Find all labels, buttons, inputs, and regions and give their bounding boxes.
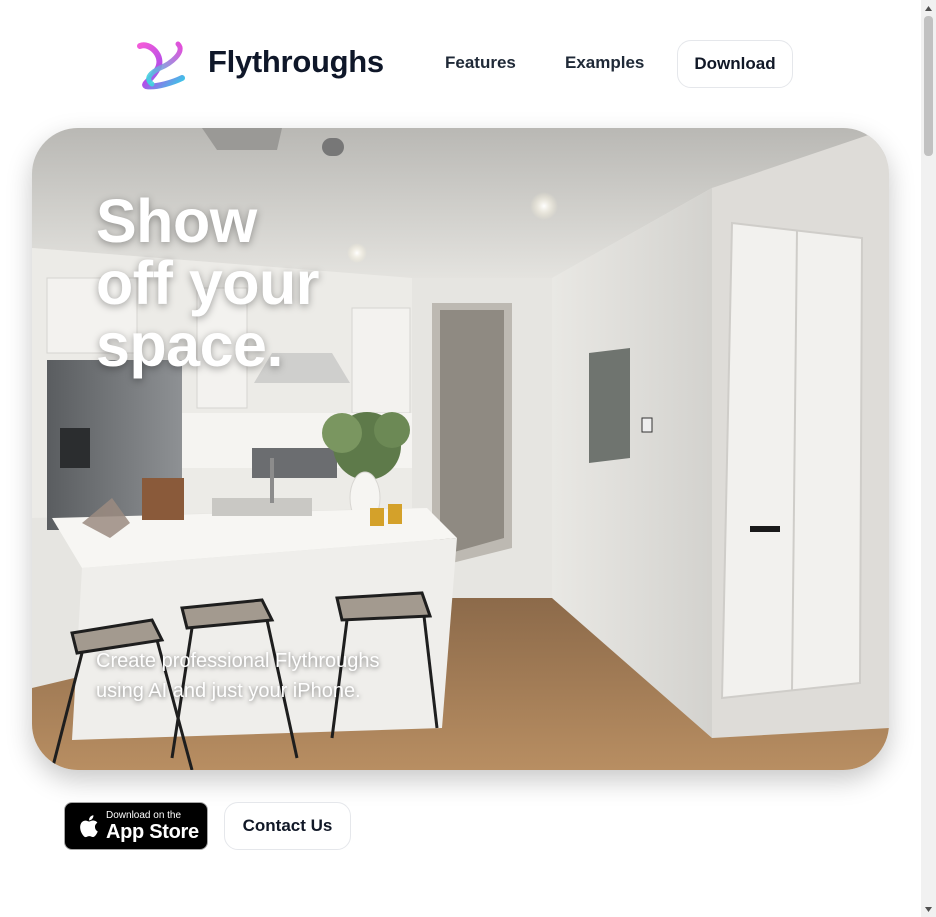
flythroughs-logo-icon[interactable] xyxy=(134,38,188,92)
hero-subtitle-line-1: Create professional Flythroughs xyxy=(96,650,380,672)
brand-name[interactable]: Flythroughs xyxy=(208,40,384,84)
nav-examples-link[interactable]: Examples xyxy=(565,50,644,76)
hero-section: Show off your space. Create professional… xyxy=(32,128,889,770)
hero-headline-line-3: space. xyxy=(96,311,283,379)
scrollbar-thumb[interactable] xyxy=(924,16,933,156)
scroll-up-arrow-icon[interactable] xyxy=(921,0,936,16)
hero-subtitle-line-2: using AI and just your iPhone. xyxy=(96,680,361,702)
vertical-scrollbar[interactable] xyxy=(921,0,936,917)
app-store-button[interactable]: Download on the App Store xyxy=(64,802,208,850)
contact-us-button[interactable]: Contact Us xyxy=(224,802,351,850)
hero-headline: Show off your space. xyxy=(96,190,416,376)
app-store-big-label: App Store xyxy=(106,820,199,843)
hero-subtitle: Create professional Flythroughs using AI… xyxy=(96,646,426,706)
nav-features-link[interactable]: Features xyxy=(445,50,516,76)
download-button[interactable]: Download xyxy=(677,40,793,88)
hero-headline-line-1: Show xyxy=(96,187,257,255)
hero-headline-line-2: off your xyxy=(96,249,320,317)
scroll-down-arrow-icon[interactable] xyxy=(921,901,936,917)
app-store-text: Download on the App Store xyxy=(106,810,199,843)
app-store-small-label: Download on the xyxy=(106,809,182,821)
apple-icon xyxy=(80,815,98,838)
